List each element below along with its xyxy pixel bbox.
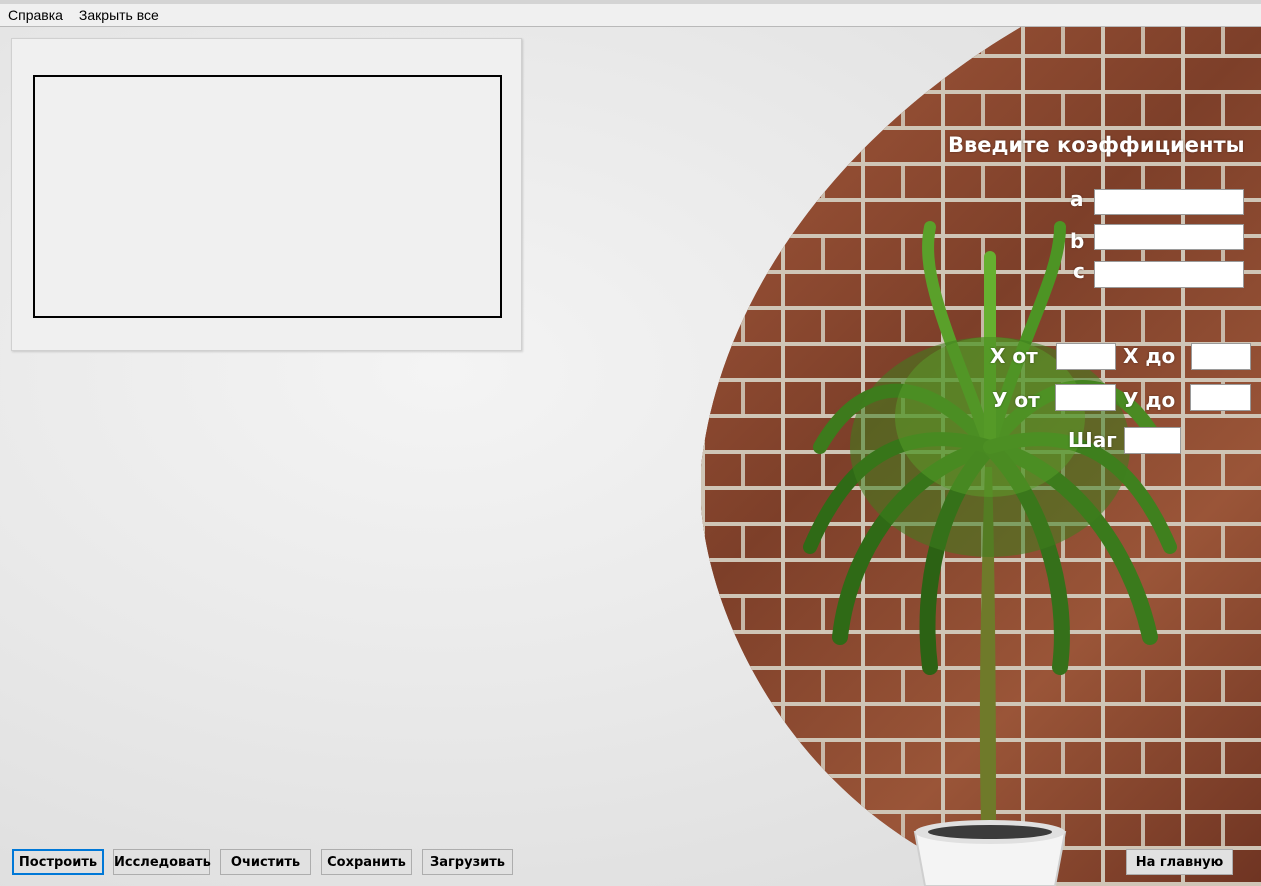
- palm-plant-image: [803, 221, 1177, 886]
- coef-a-input[interactable]: [1094, 189, 1244, 215]
- graph-canvas: [33, 75, 502, 318]
- y-to-label: У до: [1123, 388, 1176, 412]
- build-button[interactable]: Построить: [12, 849, 104, 875]
- graph-panel: [11, 38, 522, 351]
- investigate-button[interactable]: Исследовать: [113, 849, 211, 875]
- save-button[interactable]: Сохранить: [321, 849, 412, 875]
- y-from-label: У от: [992, 388, 1040, 412]
- y-from-input[interactable]: [1055, 384, 1116, 411]
- step-input[interactable]: [1124, 427, 1181, 454]
- menu-close-all[interactable]: Закрыть все: [71, 4, 167, 26]
- clear-button[interactable]: Очистить: [220, 849, 311, 875]
- step-label: Шаг: [1068, 428, 1117, 452]
- main-form: Введите коэффициенты a b c X от X до У о…: [0, 27, 1261, 886]
- coef-c-input[interactable]: [1094, 261, 1244, 288]
- x-from-input[interactable]: [1056, 343, 1116, 370]
- coefficients-title: Введите коэффициенты: [948, 133, 1245, 157]
- coef-b-label: b: [1070, 229, 1085, 253]
- coef-c-label: c: [1073, 259, 1085, 283]
- load-button[interactable]: Загрузить: [422, 849, 513, 875]
- x-to-label: X до: [1123, 344, 1176, 368]
- menu-help[interactable]: Справка: [0, 4, 71, 26]
- x-from-label: X от: [990, 344, 1038, 368]
- x-to-input[interactable]: [1191, 343, 1251, 370]
- coef-b-input[interactable]: [1094, 224, 1244, 250]
- home-button[interactable]: На главную: [1126, 849, 1233, 875]
- coef-a-label: a: [1070, 187, 1084, 211]
- menu-bar: Справка Закрыть все: [0, 4, 1261, 27]
- y-to-input[interactable]: [1190, 384, 1251, 411]
